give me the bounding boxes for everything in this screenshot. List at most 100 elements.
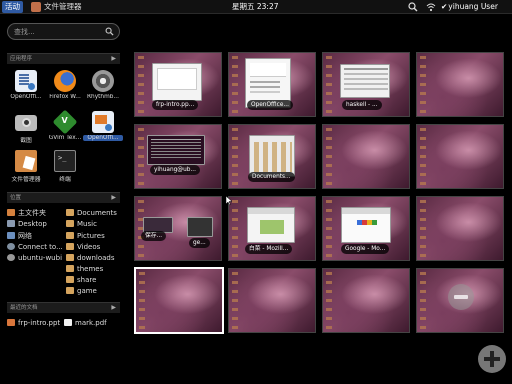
workspace-4[interactable]: [416, 52, 504, 117]
folder-icon: [66, 243, 74, 250]
user-name: yihuang User: [448, 2, 498, 11]
window-caption[interactable]: 白菜 - Mozill...: [245, 244, 293, 254]
window-thumb-documents[interactable]: [249, 135, 295, 177]
app-gvim[interactable]: V GVim Tex...: [47, 109, 83, 149]
expand-arrow-icon: ▶: [111, 194, 116, 201]
clock[interactable]: 星期五 23:27: [232, 0, 279, 14]
remove-workspace-button[interactable]: [448, 284, 474, 310]
app-openoffice-writer[interactable]: OpenOffi...: [8, 70, 44, 108]
place-ubuntu-wubi[interactable]: ubuntu-wubi: [7, 253, 62, 263]
wifi-icon[interactable]: [426, 2, 436, 12]
workspace-7[interactable]: [322, 124, 410, 189]
recent-item-mark-pdf[interactable]: mark.pdf: [64, 318, 107, 328]
connect-server-icon: [7, 243, 15, 250]
file-manager-icon: [15, 150, 37, 172]
workspace-9[interactable]: 保存... ge...: [134, 196, 222, 261]
window-caption[interactable]: OpenOffice...: [247, 100, 293, 110]
terminal-icon: >_: [54, 150, 76, 172]
window-thumb-haskell[interactable]: [340, 64, 390, 98]
workspace-1[interactable]: frp-intro.pp...: [134, 52, 222, 117]
window-thumb-firefox-google[interactable]: [341, 207, 391, 243]
app-screenshot[interactable]: 截图: [8, 111, 44, 149]
window-caption[interactable]: yihuang@ub...: [150, 165, 200, 175]
folder-icon: [66, 232, 74, 239]
window-thumb-presentation[interactable]: [152, 63, 202, 101]
top-panel: 活动 文件管理器 星期五 23:27 ✔yihuang User: [0, 0, 512, 14]
place-desktop[interactable]: Desktop: [7, 219, 47, 229]
window-thumb-ge[interactable]: [187, 217, 213, 237]
app-label: Rhythmb...: [87, 94, 119, 100]
places-header-label: 位置: [10, 195, 22, 201]
workspace-6[interactable]: Documents...: [228, 124, 316, 189]
app-label: OpenOffi...: [10, 94, 42, 100]
workspace-2[interactable]: OpenOffice...: [228, 52, 316, 117]
app-label: 文件管理器: [11, 177, 41, 183]
window-thumb-firefox-baicai[interactable]: [247, 207, 295, 243]
app-label: OpenOffi...: [83, 135, 123, 141]
recent-documents-header[interactable]: 最近的文档 ▶: [7, 302, 120, 313]
place-home[interactable]: 主文件夹: [7, 208, 46, 218]
desktop-folder-icon: [7, 220, 15, 227]
place-share[interactable]: share: [66, 275, 96, 285]
app-openoffice-impress[interactable]: OpenOffi...: [83, 111, 123, 149]
window-caption[interactable]: frp-intro.pp...: [152, 100, 199, 110]
app-menu-label[interactable]: 文件管理器: [44, 0, 82, 14]
place-themes[interactable]: themes: [66, 264, 103, 274]
folder-icon: [66, 276, 74, 283]
folder-icon: [66, 209, 74, 216]
place-pictures[interactable]: Pictures: [66, 231, 105, 241]
place-documents[interactable]: Documents: [66, 208, 117, 218]
activities-button[interactable]: 活动: [2, 1, 23, 13]
places-header[interactable]: 位置 ▶: [7, 192, 120, 203]
place-music[interactable]: Music: [66, 219, 97, 229]
workspace-5[interactable]: yihuang@ub...: [134, 124, 222, 189]
place-downloads[interactable]: downloads: [66, 253, 115, 263]
applications-header[interactable]: 应用程序 ▶: [7, 53, 120, 64]
screenshot-icon: [15, 115, 37, 131]
search-input[interactable]: [14, 26, 106, 37]
firefox-icon: [54, 70, 76, 92]
window-caption[interactable]: ge...: [189, 238, 210, 248]
user-menu[interactable]: ✔yihuang User: [441, 0, 498, 14]
app-label: 终端: [59, 177, 71, 183]
add-workspace-button[interactable]: [478, 345, 506, 373]
workspace-14[interactable]: [228, 268, 316, 333]
workspace-10[interactable]: 白菜 - Mozill...: [228, 196, 316, 261]
workspace-11[interactable]: Google - Mo...: [322, 196, 410, 261]
workspace-12[interactable]: [416, 196, 504, 261]
gvim-icon: V: [52, 109, 78, 135]
place-connect-to-server[interactable]: Connect to...: [7, 242, 63, 252]
file-manager-app-icon[interactable]: [31, 2, 41, 12]
place-videos[interactable]: Videos: [66, 242, 100, 252]
folder-icon: [66, 220, 74, 227]
app-firefox[interactable]: Firefox W...: [47, 70, 83, 108]
rhythmbox-icon: [92, 70, 114, 92]
app-label: GVim Tex...: [48, 135, 82, 141]
app-label: 截图: [20, 138, 32, 144]
window-caption[interactable]: haskell - ...: [342, 100, 382, 110]
workspace-3[interactable]: haskell - ...: [322, 52, 410, 117]
app-file-manager[interactable]: 文件管理器: [8, 150, 44, 188]
workspace-13-current[interactable]: [134, 267, 224, 334]
folder-icon: [66, 287, 74, 294]
recent-documents-header-label: 最近的文档: [10, 305, 38, 311]
expand-arrow-icon: ▶: [111, 55, 116, 62]
search-icon[interactable]: [408, 2, 418, 12]
recent-item-frp-intro[interactable]: frp-intro.ppt: [7, 318, 60, 328]
folder-icon: [66, 265, 74, 272]
mouse-pointer-icon: [226, 196, 232, 205]
place-network[interactable]: 网络: [7, 231, 32, 241]
window-caption[interactable]: 保存...: [141, 231, 167, 241]
workspace-8[interactable]: [416, 124, 504, 189]
window-caption[interactable]: Documents...: [248, 172, 295, 182]
window-caption[interactable]: Google - Mo...: [341, 244, 390, 254]
app-label: Firefox W...: [49, 94, 81, 100]
workspace-15[interactable]: [322, 268, 410, 333]
openoffice-impress-icon: [92, 111, 114, 133]
app-terminal[interactable]: >_ 终端: [47, 150, 83, 188]
app-rhythmbox[interactable]: Rhythmb...: [85, 70, 121, 108]
search-box: [7, 23, 120, 40]
window-thumb-terminal[interactable]: [147, 135, 205, 165]
user-status-icon: ✔: [441, 2, 448, 11]
place-game[interactable]: game: [66, 286, 97, 296]
